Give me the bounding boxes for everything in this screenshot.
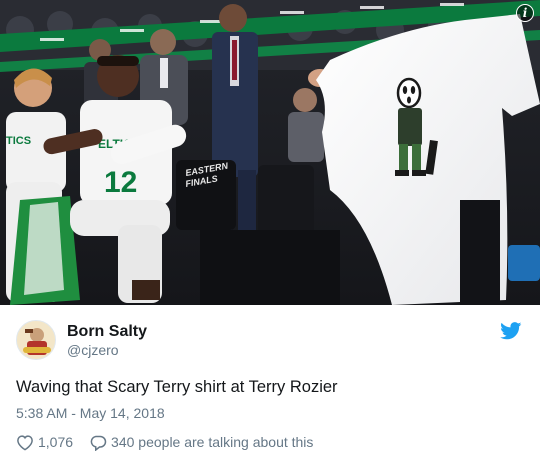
tweet-text: Waving that Scary Terry shirt at Terry R… bbox=[16, 378, 338, 396]
like-button[interactable]: 1,076 bbox=[16, 434, 73, 451]
svg-text:TICS: TICS bbox=[6, 135, 31, 147]
avatar-image bbox=[17, 321, 55, 359]
reply-summary: 340 people are talking about this bbox=[111, 434, 314, 450]
info-icon[interactable]: i bbox=[516, 4, 534, 22]
user-handle[interactable]: @cjzero bbox=[67, 342, 119, 358]
like-count: 1,076 bbox=[38, 434, 74, 450]
tweet-photo[interactable]: EASTERN FINALS TICS ELTICS bbox=[0, 0, 540, 305]
arena-photo-illustration: EASTERN FINALS TICS ELTICS bbox=[0, 0, 540, 305]
tweet-timestamp[interactable]: 5:38 AM - May 14, 2018 bbox=[16, 405, 165, 421]
tweet-card: EASTERN FINALS TICS ELTICS bbox=[0, 0, 540, 465]
speech-bubble-icon bbox=[89, 434, 107, 451]
jersey-number: 12 bbox=[104, 166, 137, 199]
avatar[interactable] bbox=[16, 320, 56, 360]
twitter-bird-icon[interactable] bbox=[500, 322, 522, 340]
tweet-actions: 1,076 340 people are talking about this bbox=[16, 432, 313, 452]
display-name[interactable]: Born Salty bbox=[67, 323, 147, 341]
reply-button[interactable]: 340 people are talking about this bbox=[89, 434, 313, 451]
heart-icon bbox=[16, 434, 34, 451]
